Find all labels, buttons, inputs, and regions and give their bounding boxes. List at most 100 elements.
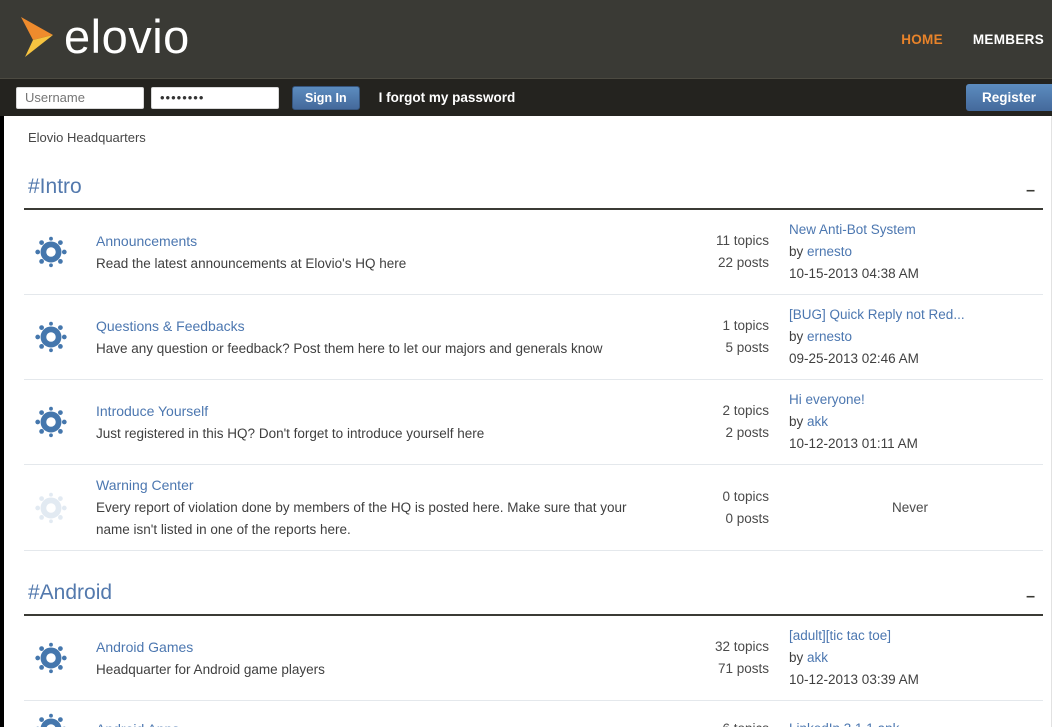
register-button[interactable]: Register — [966, 84, 1052, 111]
nav-item-members[interactable]: MEMBERS — [973, 32, 1044, 47]
last-post-byline: by ernesto — [789, 326, 1043, 348]
forum-status-icon — [32, 489, 70, 527]
topics-count: 6 topics — [627, 718, 769, 727]
forum-link[interactable]: Announcements — [96, 230, 197, 252]
forum-description: Headquarter for Android game players — [96, 659, 627, 681]
last-post-date: 09-25-2013 02:46 AM — [789, 348, 1043, 370]
last-post-link[interactable]: LinkedIn 3.1.1 apk — [789, 718, 899, 727]
forum-main-cell: Android Apps — [96, 718, 627, 727]
collapse-section-icon[interactable]: – — [1026, 589, 1035, 605]
nav-item-home[interactable]: HOME — [901, 32, 943, 47]
last-post-date: 10-12-2013 01:11 AM — [789, 433, 1043, 455]
forum-stats: 1 topics 5 posts — [627, 315, 777, 359]
forum-main-cell: Questions & Feedbacks Have any question … — [96, 315, 627, 360]
last-post-never: Never — [777, 497, 1043, 519]
forum-icon-cell — [24, 318, 96, 356]
username-input[interactable] — [16, 87, 144, 109]
by-label: by — [789, 650, 803, 665]
last-post-cell: Hi everyone! by akk 10-12-2013 01:11 AM — [777, 389, 1043, 455]
last-post-link[interactable]: New Anti-Bot System — [789, 219, 916, 241]
last-post-author-link[interactable]: ernesto — [807, 244, 852, 259]
last-post-cell: New Anti-Bot System by ernesto 10-15-201… — [777, 219, 1043, 285]
section-title[interactable]: #Android — [28, 581, 112, 605]
forum-main-cell: Introduce Yourself Just registered in th… — [96, 400, 627, 445]
forum-link[interactable]: Questions & Feedbacks — [96, 315, 245, 337]
forum-row: Warning Center Every report of violation… — [24, 465, 1043, 551]
last-post-cell: [BUG] Quick Reply not Red... by ernesto … — [777, 304, 1043, 370]
by-label: by — [789, 244, 803, 259]
forum-row: Introduce Yourself Just registered in th… — [24, 380, 1043, 465]
forum-icon-cell — [24, 710, 96, 727]
topics-count: 1 topics — [627, 315, 769, 337]
last-post-byline: by akk — [789, 411, 1043, 433]
logo-arrow-icon — [18, 14, 56, 65]
forum-icon-cell — [24, 489, 96, 527]
last-post-cell: LinkedIn 3.1.1 apk — [777, 718, 1043, 727]
forum-row: Announcements Read the latest announceme… — [24, 210, 1043, 295]
forum-link[interactable]: Android Apps — [96, 718, 179, 727]
forum-stats: 2 topics 2 posts — [627, 400, 777, 444]
topics-count: 0 topics — [627, 486, 769, 508]
site-header: elovio HOME MEMBERS — [0, 0, 1052, 78]
logo-text: elovio — [64, 13, 190, 66]
forum-link[interactable]: Introduce Yourself — [96, 400, 208, 422]
breadcrumb[interactable]: Elovio Headquarters — [24, 130, 1043, 145]
forum-description: Have any question or feedback? Post them… — [96, 338, 627, 360]
forum-row-list: Announcements Read the latest announceme… — [24, 210, 1043, 551]
forum-icon-cell — [24, 639, 96, 677]
site-logo[interactable]: elovio — [18, 13, 190, 66]
posts-count: 2 posts — [627, 422, 769, 444]
forgot-password-link[interactable]: I forgot my password — [379, 90, 516, 105]
forum-section: #Android – Android Games — [24, 581, 1043, 727]
forum-link[interactable]: Warning Center — [96, 474, 194, 496]
last-post-byline: by ernesto — [789, 241, 1043, 263]
section-header: #Intro – — [24, 175, 1043, 199]
posts-count: 5 posts — [627, 337, 769, 359]
last-post-cell: [adult][tic tac toe] by akk 10-12-2013 0… — [777, 625, 1043, 691]
password-input[interactable] — [151, 87, 279, 109]
last-post-date: 10-15-2013 04:38 AM — [789, 263, 1043, 285]
sign-in-button[interactable]: Sign In — [292, 86, 360, 110]
topics-count: 11 topics — [627, 230, 769, 252]
collapse-section-icon[interactable]: – — [1026, 183, 1035, 199]
forum-status-icon — [32, 403, 70, 441]
forum-description: Read the latest announcements at Elovio'… — [96, 253, 627, 275]
by-label: by — [789, 414, 803, 429]
login-bar: Sign In I forgot my password Register — [0, 78, 1052, 116]
forum-sections: #Intro – Announcements — [24, 175, 1043, 727]
forum-stats: 32 topics 71 posts — [627, 636, 777, 680]
section-header: #Android – — [24, 581, 1043, 605]
last-post-link[interactable]: [BUG] Quick Reply not Red... — [789, 304, 965, 326]
last-post-link[interactable]: Hi everyone! — [789, 389, 865, 411]
section-title[interactable]: #Intro — [28, 175, 82, 199]
last-post-date: 10-12-2013 03:39 AM — [789, 669, 1043, 691]
forum-status-icon — [32, 639, 70, 677]
main-content: Elovio Headquarters #Intro – — [4, 116, 1052, 727]
last-post-author-link[interactable]: akk — [807, 650, 828, 665]
posts-count: 71 posts — [627, 658, 769, 680]
last-post-link[interactable]: [adult][tic tac toe] — [789, 625, 891, 647]
forum-row: Questions & Feedbacks Have any question … — [24, 295, 1043, 380]
forum-status-icon — [32, 233, 70, 271]
by-label: by — [789, 329, 803, 344]
forum-description: Every report of violation done by member… — [96, 497, 627, 541]
forum-stats: 0 topics 0 posts — [627, 486, 777, 530]
forum-stats: 11 topics 22 posts — [627, 230, 777, 274]
forum-main-cell: Android Games Headquarter for Android ga… — [96, 636, 627, 681]
forum-row: Android Games Headquarter for Android ga… — [24, 616, 1043, 701]
forum-stats: 6 topics — [627, 718, 777, 727]
forum-link[interactable]: Android Games — [96, 636, 193, 658]
topics-count: 32 topics — [627, 636, 769, 658]
last-post-author-link[interactable]: akk — [807, 414, 828, 429]
forum-icon-cell — [24, 233, 96, 271]
forum-status-icon — [32, 318, 70, 356]
forum-status-icon — [32, 710, 70, 727]
forum-description: Just registered in this HQ? Don't forget… — [96, 423, 627, 445]
topics-count: 2 topics — [627, 400, 769, 422]
posts-count: 0 posts — [627, 508, 769, 530]
last-post-author-link[interactable]: ernesto — [807, 329, 852, 344]
forum-row-list: Android Games Headquarter for Android ga… — [24, 616, 1043, 727]
forum-main-cell: Announcements Read the latest announceme… — [96, 230, 627, 275]
forum-section: #Intro – Announcements — [24, 175, 1043, 551]
forum-main-cell: Warning Center Every report of violation… — [96, 474, 627, 541]
